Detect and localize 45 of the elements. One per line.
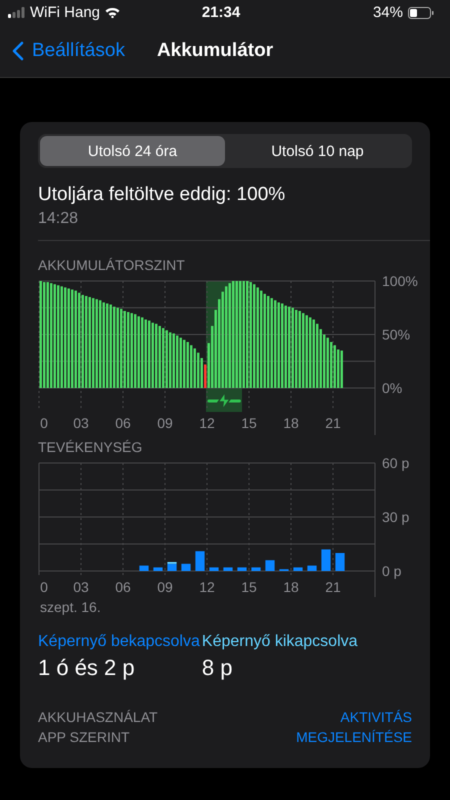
axis-label: 03 — [73, 415, 89, 431]
back-label: Beállítások — [32, 40, 125, 62]
axis-label: 09 — [157, 415, 173, 431]
carrier-name: WiFi Hang — [30, 4, 100, 21]
axis-label: 0 p — [382, 563, 402, 579]
legend-label: Képernyő kikapcsolva — [202, 633, 358, 651]
chart-title: TEVÉKENYSÉG — [38, 439, 144, 455]
axis-label: 15 — [241, 415, 257, 431]
axis-label: 21 — [325, 579, 341, 595]
wifi-icon — [105, 7, 120, 18]
axis-label: 06 — [115, 415, 131, 431]
last-charged-text: Utoljára feltöltve eddig: 100% — [38, 184, 286, 206]
back-button[interactable]: Beállítások — [0, 40, 125, 62]
date-label: szept. 16. — [40, 599, 101, 615]
axis-label: 100% — [382, 275, 418, 289]
axis-label: 12 — [199, 579, 215, 595]
axis-label: 0 — [40, 579, 48, 595]
axis-label: 03 — [73, 579, 89, 595]
last-charged-time: 14:28 — [38, 210, 80, 228]
axis-label: 06 — [115, 579, 131, 595]
axis-label: 21 — [325, 415, 341, 431]
clock-time: 21:34 — [202, 4, 240, 21]
battery-icon — [408, 6, 434, 18]
axis-label: 09 — [157, 579, 173, 595]
section-label: AKKUHASZNÁLAT APP SZERINT — [38, 708, 158, 748]
chart-title: AKKUMULÁTORSZINT — [38, 257, 186, 273]
segment-tab[interactable]: Utolsó 24 óra — [40, 136, 225, 166]
axis-label: 15 — [241, 579, 257, 595]
axis-label: 0% — [382, 380, 402, 396]
page-title: Akkumulátor — [156, 40, 274, 62]
segment-tab[interactable]: Utolsó 10 nap — [225, 136, 410, 166]
legend-label: Képernyő bekapcsolva — [38, 633, 200, 651]
axis-label: 50% — [382, 326, 410, 342]
legend-value: 1 ó és 2 p — [38, 655, 136, 681]
axis-label: 60 p — [382, 457, 410, 471]
axis-label: 0 — [40, 415, 48, 431]
signal-icon — [8, 7, 25, 18]
axis-label: 12 — [199, 415, 215, 431]
chevron-left-icon — [12, 41, 24, 61]
legend-value: 8 p — [202, 655, 234, 681]
axis-label: 18 — [283, 579, 299, 595]
show-activity-link[interactable]: AKTIVITÁS MEGJELENÍTÉSE — [296, 707, 412, 748]
axis-label: 18 — [283, 415, 299, 431]
battery-percent: 34% — [372, 4, 403, 21]
axis-label: 30 p — [382, 509, 410, 525]
